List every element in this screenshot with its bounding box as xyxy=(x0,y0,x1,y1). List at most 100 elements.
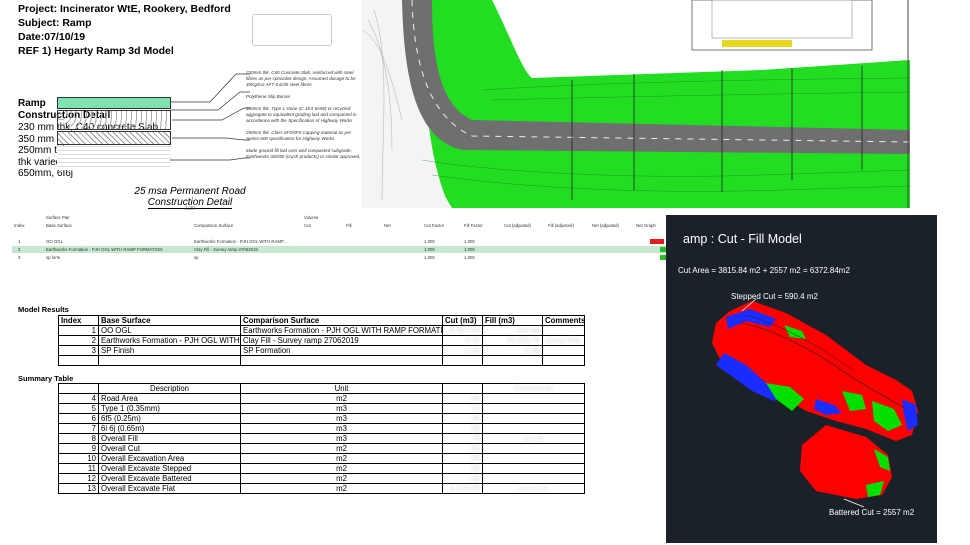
comparison-cell: Earthworks Formation - PJH OGL WITH RAMP… xyxy=(240,325,443,336)
site-plan-drawing xyxy=(362,0,910,208)
index-cell: 7 xyxy=(58,423,99,434)
base-cell: SP Finish xyxy=(98,345,241,356)
leader-lines xyxy=(170,73,250,161)
index-cell: 8 xyxy=(58,433,99,444)
unit-cell: m3 xyxy=(240,433,443,444)
col-header: Base Surface xyxy=(46,223,72,228)
table-row: 9 Overall Cut m2 65 xyxy=(58,443,586,454)
summary-table: Description Unit Comments 4 Road Area m2… xyxy=(58,383,586,494)
col-header: Base Surface xyxy=(98,315,241,326)
fill-cell: 0.38 xyxy=(482,345,543,356)
value-cell: 46 xyxy=(442,413,483,424)
index-cell: 11 xyxy=(58,463,99,474)
cell: 1.000 xyxy=(464,239,475,244)
comments-cell: includ 6i6j xyxy=(542,335,585,346)
net-graph-bar xyxy=(650,239,664,244)
cell: 1 xyxy=(18,239,21,244)
value-cell: 3,226.00 xyxy=(442,483,483,494)
clay-layer xyxy=(57,146,171,170)
index-cell: 10 xyxy=(58,453,99,464)
spacer-row xyxy=(58,355,585,366)
value-cell: 45 xyxy=(442,423,483,434)
surfaces-row[interactable]: 3 sp form sp 1.000 1.000 xyxy=(12,254,698,261)
cell: OO OGL xyxy=(46,239,63,244)
col-header: Index xyxy=(14,223,25,228)
description-cell: Overall Excavate Stepped xyxy=(98,463,241,474)
surfaces-row[interactable]: 1 OO OGL Earthworks Formation - PJH OGL … xyxy=(12,238,698,245)
col-header: Cut Factor xyxy=(424,223,445,228)
table-row: 5 Type 1 (0.35mm) m3 14 xyxy=(58,403,586,414)
comments-cell xyxy=(481,423,586,434)
cell: 1.000 xyxy=(424,239,435,244)
comments-cell xyxy=(481,453,586,464)
unit-cell: m2 xyxy=(240,453,443,464)
index-cell: 13 xyxy=(58,483,99,494)
note-text: Made ground fill laid over well compacte… xyxy=(246,148,361,159)
comments-cell: 10-11-12 xyxy=(481,483,586,494)
cut-cell: 5.24 xyxy=(442,335,483,346)
col-header: Fill Factor xyxy=(464,223,483,228)
description-cell: Overall Excavation Area xyxy=(98,453,241,464)
col-header: Comments xyxy=(542,315,585,326)
comparison-cell: SP Formation xyxy=(240,345,443,356)
table-row: 13 Overall Excavate Flat m2 3,226.00 10-… xyxy=(58,483,586,494)
col-header: Comparison Surface xyxy=(240,315,443,326)
value-cell: 84 xyxy=(442,393,483,404)
table-row: 7 6i 6j (0.65m) m3 45 xyxy=(58,423,586,434)
summary-label: Summary Table xyxy=(18,374,74,383)
table-row: 1 OO OGL Earthworks Formation - PJH OGL … xyxy=(58,325,585,336)
surfaces-table: Surface Pair Volume Index Base Surface C… xyxy=(12,214,704,266)
cell: 1.000 xyxy=(464,255,475,260)
comments-cell xyxy=(481,403,586,414)
col-header: Net Graph xyxy=(636,223,656,228)
capping-layer xyxy=(57,131,171,145)
base-cell: OO OGL xyxy=(98,325,241,336)
description-cell: Overall Excavate Battered xyxy=(98,473,241,484)
col-header: Cut xyxy=(304,223,311,228)
value-cell: 79 xyxy=(442,433,483,444)
unit-cell: m3 xyxy=(240,403,443,414)
col-header: Net xyxy=(384,223,391,228)
comments-cell xyxy=(542,345,585,356)
col-header xyxy=(442,383,483,394)
detail-scale: 1:20 xyxy=(185,206,195,212)
value-cell: 40 xyxy=(442,463,483,474)
col-header: Surface Pair xyxy=(46,215,70,220)
comments-cell xyxy=(481,443,586,454)
cell: 1.000 xyxy=(464,247,475,252)
cell: 1.000 xyxy=(424,247,435,252)
unit-cell: m2 xyxy=(240,473,443,484)
unit-cell: m3 xyxy=(240,413,443,424)
table-row: 4 Road Area m2 84 xyxy=(58,393,586,404)
cut-fill-model xyxy=(712,298,918,508)
description-cell: Road Area xyxy=(98,393,241,404)
table-row: 11 Overall Excavate Stepped m2 40 xyxy=(58,463,586,474)
index-cell: 3 xyxy=(58,345,99,356)
unit-cell: m2 xyxy=(240,483,443,494)
construction-notes: 230mm thk. C40 Concrete Slab, reinforced… xyxy=(246,70,364,166)
date-line: Date:07/10/19 xyxy=(18,31,86,43)
table-row: 6 6f5 (0.25m) m3 46 xyxy=(58,413,586,424)
surfaces-table-header1: Surface Pair Volume xyxy=(12,214,698,221)
surfaces-row-selected[interactable]: 2 Earthworks Formation - PJH OGL WITH RA… xyxy=(12,246,704,253)
cell: 3 xyxy=(18,255,21,260)
note-text: 350mm thk. Type 1 stone (C 1E3 SHW) or r… xyxy=(246,106,357,123)
description-cell: Overall Fill xyxy=(98,433,241,444)
value-cell: 65 xyxy=(442,443,483,454)
surfaces-table-header2: Index Base Surface Comparison Surface Cu… xyxy=(12,222,698,229)
comments-cell xyxy=(481,473,586,484)
cut-cell: 0.00 xyxy=(442,345,483,356)
table-row: 3 SP Finish SP Formation 0.00 0.38 xyxy=(58,345,585,356)
stamp-image xyxy=(252,14,332,46)
index-cell: 9 xyxy=(58,443,99,454)
note-text: 230mm thk. C40 Concrete Slab, reinforced… xyxy=(246,70,356,87)
cell: 2 xyxy=(18,247,21,252)
description-cell: Overall Excavate Flat xyxy=(98,483,241,494)
comments-cell xyxy=(542,325,585,336)
index-cell: 6 xyxy=(58,413,99,424)
col-header: Volume xyxy=(304,215,319,220)
col-header: Fill (adjusted) xyxy=(548,223,574,228)
col-header: Fill (m3) xyxy=(482,315,543,326)
comments-cell xyxy=(481,413,586,424)
reference-line: REF 1) Hegarty Ramp 3d Model xyxy=(18,45,174,57)
